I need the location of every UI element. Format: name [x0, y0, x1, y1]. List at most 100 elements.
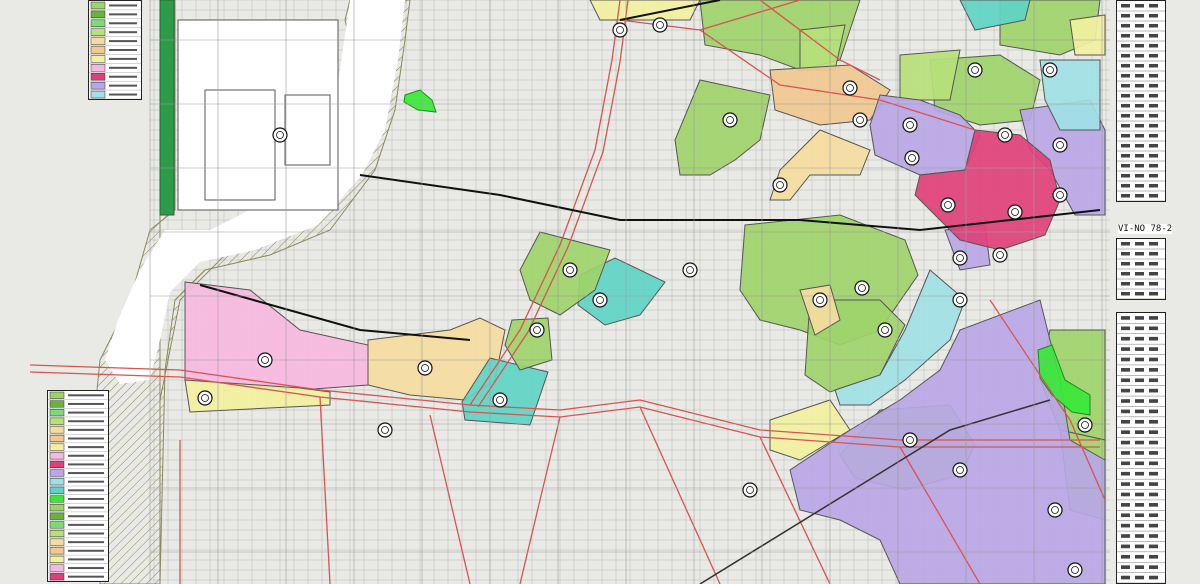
- zone-residential-mid-high-2[interactable]: [899, 49, 961, 101]
- green-strip: [159, 0, 175, 216]
- legend-entry-line: [68, 489, 104, 492]
- panel-text-mark: [1121, 357, 1130, 362]
- panel-text-mark: [1121, 252, 1130, 256]
- legend-swatch: [49, 434, 65, 443]
- panel-text-mark: [1135, 124, 1144, 128]
- panel-text-mark: [1135, 534, 1144, 538]
- panel-text-mark: [1121, 492, 1130, 497]
- panel-text-mark: [1121, 54, 1130, 58]
- panel-text-mark: [1135, 503, 1144, 507]
- zone-marker: [612, 22, 628, 38]
- legend-entry-line: [109, 49, 137, 51]
- panel-text-mark: [1149, 154, 1158, 158]
- panel-text-mark: [1149, 114, 1158, 118]
- legend-swatch: [49, 521, 65, 529]
- legend-entry-line: [109, 13, 137, 16]
- legend-swatch: [90, 37, 106, 45]
- panel-text-mark: [1149, 523, 1158, 528]
- panel-text-mark: [1121, 154, 1130, 158]
- side-panel-index-2-rows: [1117, 242, 1165, 299]
- zone-marker: [952, 462, 968, 478]
- zone-marker: [257, 352, 273, 368]
- panel-text-mark: [1121, 292, 1130, 296]
- panel-text-mark: [1135, 513, 1144, 518]
- zoning-map[interactable]: VI-NO 78-2: [0, 0, 1200, 584]
- map-canvas[interactable]: [0, 0, 1200, 584]
- legend-swatch: [49, 417, 65, 425]
- panel-text-mark: [1121, 34, 1130, 38]
- legend-entry-line: [68, 567, 104, 570]
- panel-text-mark: [1121, 482, 1130, 486]
- legend-entry-line: [68, 463, 104, 466]
- panel-text-mark: [1135, 282, 1144, 286]
- panel-text-mark: [1121, 534, 1130, 538]
- panel-text-mark: [1135, 14, 1144, 18]
- zone-marker: [1077, 417, 1093, 433]
- legend-swatch: [49, 486, 65, 494]
- panel-text-mark: [1135, 544, 1144, 549]
- panel-text-mark: [1149, 388, 1158, 393]
- legend-entry-line: [68, 506, 104, 509]
- panel-text-mark: [1149, 544, 1158, 549]
- panel-text-mark: [1149, 513, 1158, 518]
- zone-marker: [952, 250, 968, 266]
- panel-text-mark: [1121, 144, 1130, 148]
- panel-text-mark: [1149, 399, 1158, 403]
- legend-swatch: [49, 529, 65, 538]
- zone-marker: [1052, 137, 1068, 153]
- zone-marker: [902, 432, 918, 448]
- zone-quasi-residential-2[interactable]: [589, 0, 701, 21]
- panel-text-mark: [1135, 24, 1144, 28]
- panel-text-mark: [1135, 575, 1144, 580]
- zone-marker: [904, 150, 920, 166]
- legend-swatch: [49, 400, 65, 408]
- legend-entry-line: [109, 75, 137, 78]
- panel-text-mark: [1121, 262, 1130, 266]
- panel-text-mark: [1121, 272, 1130, 276]
- legend-entry-line: [109, 22, 137, 25]
- panel-text-mark: [1149, 24, 1158, 28]
- panel-text-mark: [1135, 357, 1144, 362]
- zone-marker: [272, 127, 288, 143]
- panel-text-mark: [1149, 440, 1158, 445]
- panel-text-mark: [1135, 242, 1144, 246]
- panel-text-mark: [1121, 368, 1130, 372]
- panel-text-mark: [1121, 164, 1130, 168]
- legend-bottom: [47, 390, 109, 582]
- legend-entry-line: [68, 532, 104, 535]
- panel-text-mark: [1135, 44, 1144, 48]
- zone-marker: [592, 292, 608, 308]
- zone-marker: [852, 112, 868, 128]
- panel-text-mark: [1121, 430, 1130, 434]
- panel-text-mark: [1149, 347, 1158, 351]
- legend-entry-line: [68, 549, 104, 552]
- panel-text-mark: [1121, 575, 1130, 580]
- legend-entry-line: [68, 523, 104, 526]
- panel-text-mark: [1135, 326, 1144, 331]
- panel-text-mark: [1149, 184, 1158, 188]
- zone-quasi-residential-4[interactable]: [1069, 14, 1106, 56]
- panel-text-mark: [1149, 134, 1158, 138]
- legend-entry-line: [68, 558, 104, 561]
- panel-text-mark: [1135, 399, 1144, 403]
- zone-marker: [877, 322, 893, 338]
- legend-entry-line: [109, 84, 137, 87]
- panel-text-mark: [1135, 4, 1144, 8]
- panel-text-mark: [1121, 378, 1130, 383]
- panel-text-mark: [1135, 34, 1144, 38]
- panel-text-mark: [1135, 492, 1144, 497]
- panel-text-mark: [1135, 64, 1144, 68]
- panel-text-mark: [1149, 242, 1158, 246]
- panel-text-mark: [1149, 64, 1158, 68]
- panel-text-mark: [1135, 378, 1144, 383]
- zone-marker: [854, 280, 870, 296]
- panel-text-mark: [1149, 282, 1158, 286]
- zone-marker: [902, 117, 918, 133]
- panel-text-mark: [1135, 54, 1144, 58]
- zone-marker: [992, 247, 1008, 263]
- zone-marker: [812, 292, 828, 308]
- panel-text-mark: [1121, 84, 1130, 88]
- panel-text-mark: [1135, 272, 1144, 276]
- panel-text-mark: [1135, 554, 1144, 559]
- panel-text-mark: [1149, 451, 1158, 455]
